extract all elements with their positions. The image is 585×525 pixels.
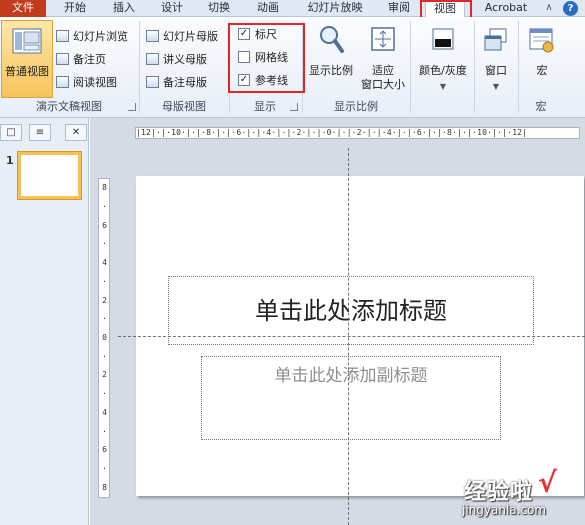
help-icon[interactable]: ? — [563, 1, 578, 16]
outline-tab-icon[interactable]: ≡ — [29, 124, 51, 141]
fit-window-icon — [371, 27, 395, 51]
tab-slideshow[interactable]: 幻灯片放映 — [298, 0, 372, 17]
group-label-zoom: 显示比例 — [334, 100, 378, 113]
tab-review[interactable]: 审阅 — [379, 0, 419, 17]
slide-number: 1 — [6, 154, 14, 167]
reading-view-label: 阅读视图 — [73, 76, 117, 89]
zoom-button[interactable]: 显示比例 — [306, 20, 356, 98]
slide-sorter-label: 幻灯片浏览 — [73, 30, 128, 43]
vertical-ruler-tick: 0 — [102, 333, 107, 342]
slides-tab-icon[interactable]: □ — [0, 124, 22, 141]
vertical-ruler-tick: · — [102, 202, 107, 212]
slide-thumbnail[interactable] — [18, 152, 81, 199]
fit-label-line2: 窗口大小 — [361, 78, 405, 91]
notes-page-icon — [56, 53, 69, 65]
tab-home[interactable]: 开始 — [55, 0, 95, 17]
subtitle-placeholder-text: 单击此处添加副标题 — [274, 366, 428, 386]
vertical-ruler-tick: · — [102, 463, 107, 473]
tab-file[interactable]: 文件 — [0, 0, 46, 17]
slides-pane-tabs: □ ≡ ✕ — [0, 124, 89, 141]
tab-transitions[interactable]: 切换 — [199, 0, 239, 17]
group-label-presentation-views: 演示文稿视图 — [36, 100, 102, 113]
fit-label-line1: 适应 — [372, 64, 394, 77]
slide-master-button[interactable]: 幻灯片母版 — [146, 28, 218, 46]
vertical-ruler-tick: 6 — [102, 445, 107, 455]
normal-view-label: 普通视图 — [5, 65, 49, 78]
vertical-ruler-tick: 8 — [102, 482, 107, 492]
show-launcher-icon[interactable] — [290, 103, 298, 111]
group-separator — [410, 21, 411, 113]
slide-sorter-icon — [56, 30, 69, 42]
show-group-highlight — [228, 23, 305, 93]
window-icon — [484, 28, 507, 51]
vertical-ruler-tick: 2 — [102, 370, 107, 380]
vertical-ruler-tick: · — [102, 239, 107, 249]
notes-master-button[interactable]: 备注母版 — [146, 74, 207, 92]
group-label-macros: 宏 — [535, 100, 547, 113]
macros-label: 宏 — [536, 64, 548, 77]
tab-acrobat[interactable]: Acrobat — [476, 0, 536, 17]
presentation-views-launcher-icon[interactable] — [128, 103, 136, 111]
reading-view-icon — [56, 76, 69, 88]
tab-design[interactable]: 设计 — [152, 0, 192, 17]
vertical-ruler-tick: · — [102, 389, 107, 399]
window-label: 窗口 — [485, 64, 507, 77]
notes-master-label: 备注母版 — [163, 76, 207, 89]
slide-sorter-button[interactable]: 幻灯片浏览 — [56, 28, 128, 46]
notes-page-label: 备注页 — [73, 53, 106, 66]
slide-master-label: 幻灯片母版 — [163, 30, 218, 43]
normal-view-icon — [12, 28, 42, 54]
tab-insert[interactable]: 插入 — [104, 0, 144, 17]
close-pane-icon[interactable]: ✕ — [65, 124, 87, 141]
slide-master-icon — [146, 30, 159, 42]
dropdown-arrow-icon: ▼ — [492, 82, 500, 91]
color-grayscale-label: 颜色/灰度 — [419, 64, 467, 77]
vertical-ruler-tick: · — [102, 426, 107, 436]
fit-to-window-button[interactable]: 适应 窗口大小 — [358, 20, 408, 98]
macros-icon — [529, 28, 554, 53]
handout-master-icon — [146, 53, 159, 65]
watermark-url: jingyanla.com — [462, 503, 547, 517]
tab-animations[interactable]: 动画 — [248, 0, 288, 17]
handout-master-button[interactable]: 讲义母版 — [146, 51, 207, 69]
handout-master-label: 讲义母版 — [163, 53, 207, 66]
vertical-ruler-tick: 4 — [102, 407, 107, 417]
vertical-ruler-tick: 4 — [102, 258, 107, 268]
group-separator — [474, 21, 475, 113]
vertical-ruler-tick: · — [102, 314, 107, 324]
zoom-label: 显示比例 — [309, 64, 353, 77]
vertical-ruler-tick: 8 — [102, 183, 107, 193]
ribbon-tab-bar: 文件 开始 插入 设计 切换 动画 幻灯片放映 审阅 视图 Acrobat ∧ … — [0, 0, 585, 18]
horizontal-ruler: |12|·|·10·|·|·8·|·|·6·|·|·4·|·|·2·|·|·0·… — [135, 127, 580, 139]
window-button[interactable]: 窗口 ▼ — [476, 20, 516, 98]
vertical-ruler-tick: · — [102, 276, 107, 286]
dropdown-arrow-icon: ▼ — [439, 82, 447, 91]
vertical-ruler: 8 · 6 · 4 · 2 · 0 · 2 · 4 · 6 · 8 — [98, 178, 110, 498]
notes-page-button[interactable]: 备注页 — [56, 51, 106, 69]
reading-view-button[interactable]: 阅读视图 — [56, 74, 117, 92]
vertical-ruler-tick: · — [102, 351, 107, 361]
watermark-check-icon: √ — [538, 466, 557, 499]
watermark-text: 经验啦 — [464, 480, 534, 505]
horizontal-guide[interactable] — [118, 336, 585, 337]
group-label-master-views: 母版视图 — [162, 100, 206, 113]
notes-master-icon — [146, 76, 159, 88]
title-placeholder-text: 单击此处添加标题 — [255, 297, 447, 325]
normal-view-button[interactable]: 普通视图 — [1, 20, 53, 98]
vertical-ruler-tick: 6 — [102, 220, 107, 230]
macros-button[interactable]: 宏 — [522, 20, 562, 98]
magnifier-icon — [320, 26, 344, 53]
minimize-ribbon-icon[interactable]: ∧ — [543, 2, 555, 14]
color-grayscale-button[interactable]: 颜色/灰度 ▼ — [414, 20, 472, 98]
color-grayscale-icon — [432, 28, 454, 50]
vertical-ruler-tick: 2 — [102, 295, 107, 305]
